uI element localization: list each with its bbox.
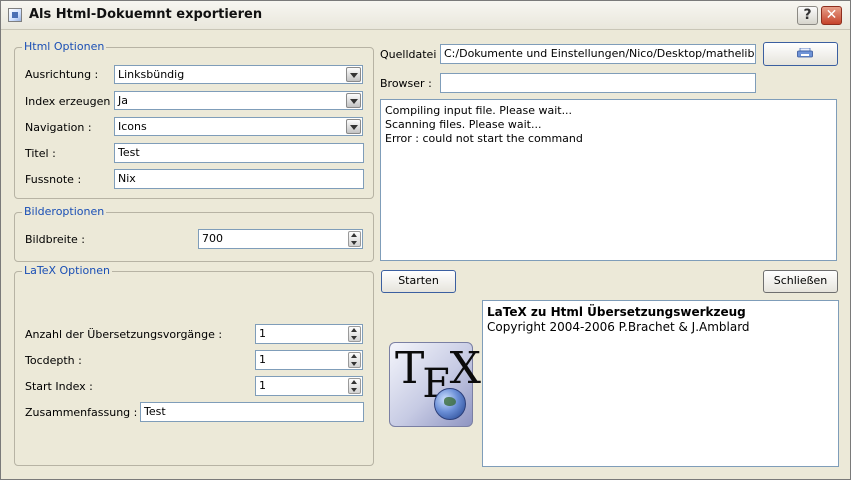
tocdepth-spinner[interactable]: 1 — [255, 350, 363, 370]
chevron-down-icon[interactable] — [346, 119, 361, 134]
source-file-input[interactable]: C:/Dokumente und Einstellungen/Nico/Desk… — [440, 44, 756, 64]
chevron-down-icon[interactable] — [346, 93, 361, 108]
image-width-spinner[interactable]: 700 — [198, 229, 363, 249]
index-select[interactable]: Ja — [114, 91, 363, 110]
browser-input[interactable] — [440, 73, 756, 93]
image-width-label: Bildbreite : — [25, 233, 86, 246]
image-width-value: 700 — [202, 232, 223, 245]
title-bar[interactable]: Als Html-Dokuemnt exportieren ? ✕ — [1, 1, 850, 30]
start-index-spinner[interactable]: 1 — [255, 376, 363, 396]
passes-label: Anzahl der Übersetzungsvorgänge : — [25, 328, 223, 341]
alignment-value: Linksbündig — [118, 68, 185, 81]
alignment-label: Ausrichtung : — [25, 68, 99, 81]
spinner-arrows-icon[interactable] — [348, 231, 361, 247]
html-options-legend: Html Optionen — [22, 40, 107, 53]
passes-spinner[interactable]: 1 — [255, 324, 363, 344]
about-title: LaTeX zu Html Übersetzungswerkzeug — [487, 305, 746, 319]
start-index-value: 1 — [259, 379, 266, 392]
globe-icon — [434, 388, 466, 420]
title-input[interactable]: Test — [114, 143, 364, 163]
image-options-legend: Bilderoptionen — [22, 205, 107, 218]
log-output[interactable]: Compiling input file. Please wait... Sca… — [380, 99, 837, 261]
spinner-arrows-icon[interactable] — [348, 378, 361, 394]
alignment-select[interactable]: Linksbündig — [114, 65, 363, 84]
close-window-button[interactable]: ✕ — [821, 6, 842, 25]
chevron-down-icon[interactable] — [346, 67, 361, 82]
about-copyright: Copyright 2004-2006 P.Brachet & J.Amblar… — [487, 320, 750, 334]
navigation-label: Navigation : — [25, 121, 92, 134]
passes-value: 1 — [259, 327, 266, 340]
tex-logo: TEX — [389, 342, 481, 427]
latex-options-legend: LaTeX Optionen — [22, 264, 112, 277]
close-button[interactable]: Schließen — [763, 270, 838, 293]
footnote-label: Fussnote : — [25, 173, 82, 186]
start-index-label: Start Index : — [25, 380, 93, 393]
footnote-input[interactable]: Nix — [114, 169, 364, 189]
browse-button[interactable] — [763, 42, 838, 66]
log-line: Scanning files. Please wait... — [385, 118, 542, 131]
browser-label: Browser : — [380, 77, 432, 90]
tocdepth-value: 1 — [259, 353, 266, 366]
index-label: Index erzeugen : — [25, 95, 118, 108]
log-line: Compiling input file. Please wait... — [385, 104, 573, 117]
printer-icon — [797, 48, 813, 58]
start-button[interactable]: Starten — [381, 270, 456, 293]
spinner-arrows-icon[interactable] — [348, 326, 361, 342]
log-line: Error : could not start the command — [385, 132, 583, 145]
export-dialog: Als Html-Dokuemnt exportieren ? ✕ Html O… — [0, 0, 851, 480]
help-button[interactable]: ? — [797, 6, 818, 25]
source-file-label: Quelldatei : — [380, 48, 444, 61]
summary-label: Zusammenfassung : — [25, 406, 138, 419]
summary-input[interactable]: Test — [140, 402, 364, 422]
app-icon — [8, 8, 22, 22]
tocdepth-label: Tocdepth : — [25, 354, 82, 367]
navigation-select[interactable]: Icons — [114, 117, 363, 136]
index-value: Ja — [118, 94, 128, 107]
title-label: Titel : — [25, 147, 56, 160]
spinner-arrows-icon[interactable] — [348, 352, 361, 368]
about-panel: LaTeX zu Html Übersetzungswerkzeug Copyr… — [482, 300, 839, 467]
navigation-value: Icons — [118, 120, 147, 133]
window-title: Als Html-Dokuemnt exportieren — [29, 7, 263, 22]
